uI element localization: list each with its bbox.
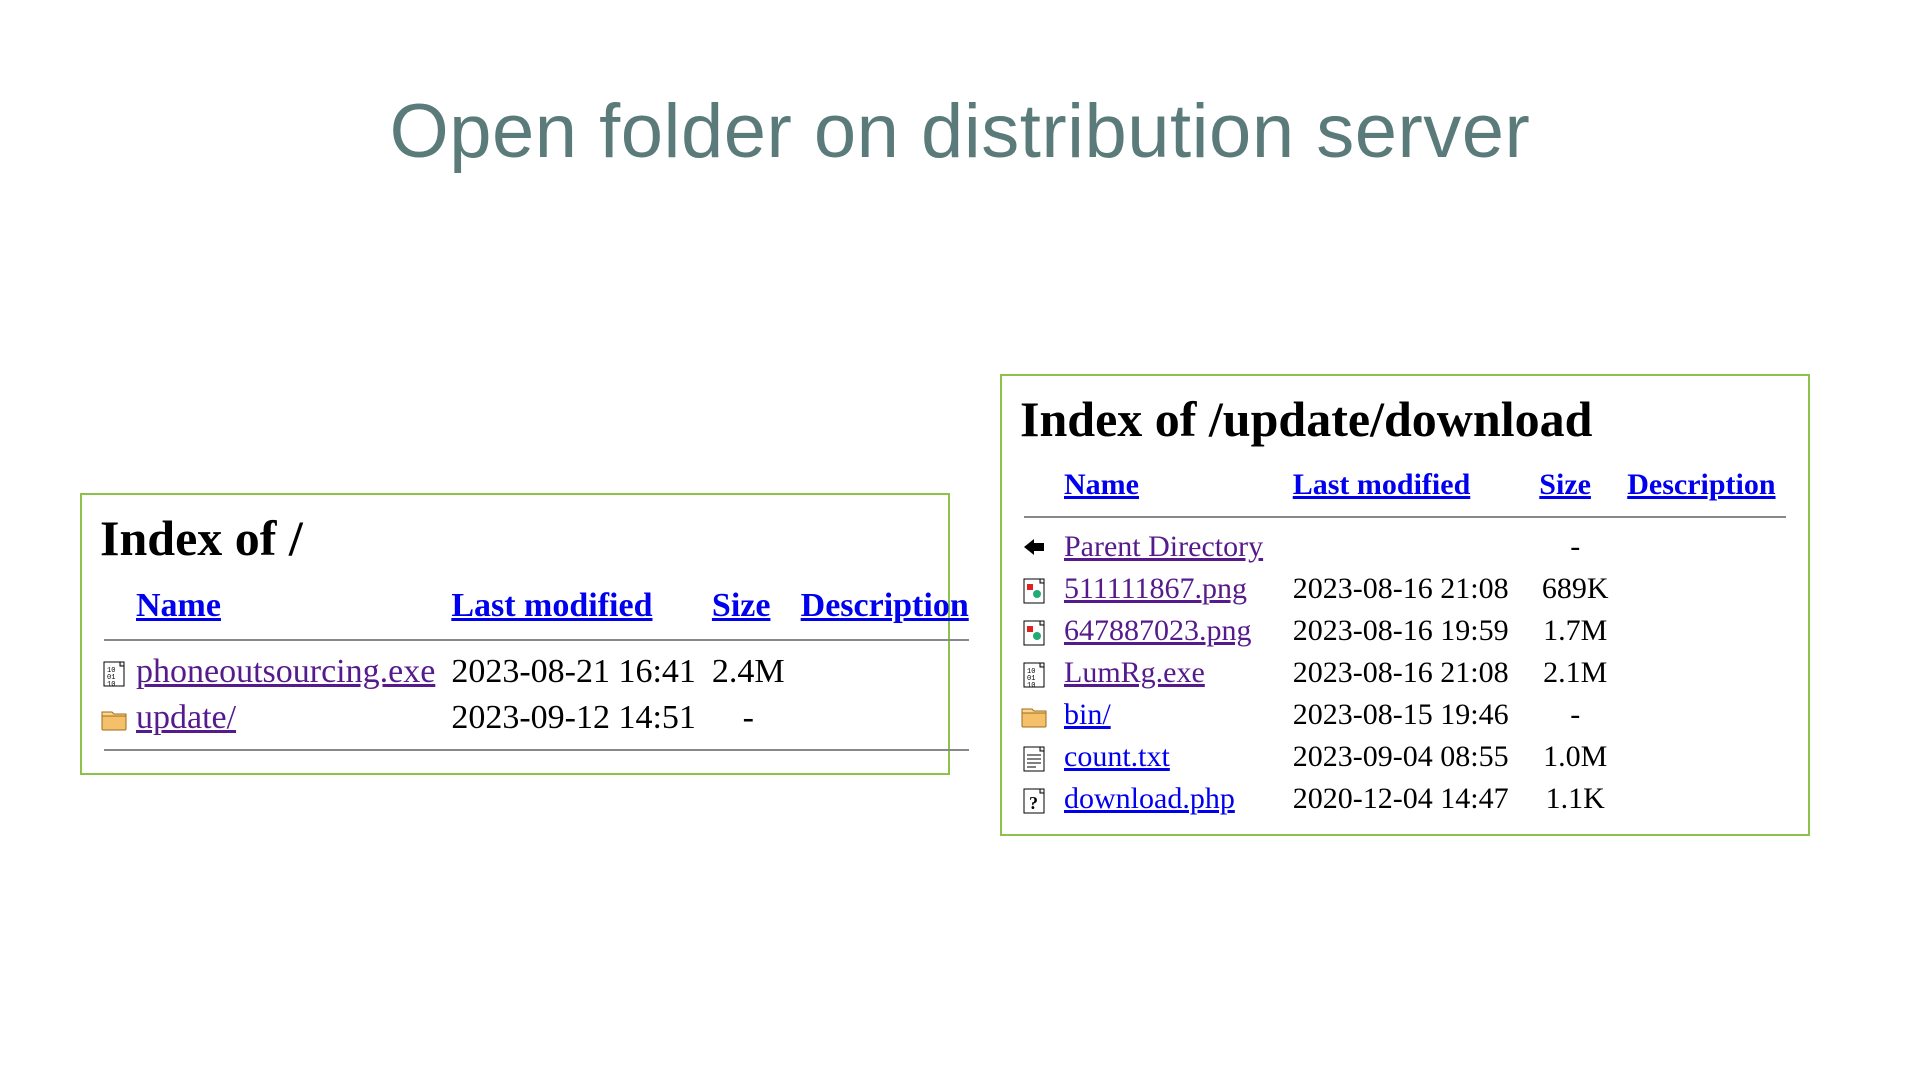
header-row: Name Last modified Size Description [96,581,977,631]
listing-table-download: Name Last modified Size Description Pare… [1016,462,1794,820]
last-modified: 2023-08-15 19:46 [1285,694,1532,736]
last-modified: 2020-12-04 14:47 [1285,778,1532,820]
listing-table-root: Name Last modified Size Description phon… [96,581,977,759]
index-panel-download: Index of /update/download Name Last modi… [1000,374,1810,836]
col-description[interactable]: Description [1627,468,1775,501]
col-last-modified[interactable]: Last modified [451,587,652,624]
index-heading-download: Index of /update/download [1020,390,1794,448]
table-row: phoneoutsourcing.exe2023-08-21 16:412.4M [96,649,977,695]
index-panel-root: Index of / Name Last modified Size Descr… [80,493,950,775]
file-description [1619,610,1794,652]
last-modified: 2023-08-16 21:08 [1285,652,1532,694]
slide-title: Open folder on distribution server [0,88,1920,175]
unknown-icon [1016,778,1056,820]
table-row: 511111867.png 2023-08-16 21:08689K [1016,568,1794,610]
image-icon [1016,610,1056,652]
col-last-modified[interactable]: Last modified [1293,468,1471,501]
index-heading-root: Index of / [100,509,934,567]
text-icon [1016,736,1056,778]
last-modified: 2023-08-16 19:59 [1285,610,1532,652]
file-size: 2.1M [1531,652,1619,694]
file-size: 1.1K [1531,778,1619,820]
file-size: - [1531,694,1619,736]
file-link[interactable]: count.txt [1064,740,1170,773]
binary-icon [1016,652,1056,694]
col-name[interactable]: Name [136,587,221,624]
file-size: 1.7M [1531,610,1619,652]
col-name[interactable]: Name [1064,468,1139,501]
file-link[interactable]: bin/ [1064,698,1111,731]
file-size: 689K [1531,568,1619,610]
file-size: - [704,695,793,741]
file-link[interactable]: phoneoutsourcing.exe [136,653,435,690]
file-description [793,649,977,695]
file-link[interactable]: 511111867.png [1064,572,1247,605]
last-modified: 2023-09-04 08:55 [1285,736,1532,778]
table-row: LumRg.exe 2023-08-16 21:082.1M [1016,652,1794,694]
last-modified: 2023-08-21 16:41 [443,649,704,695]
image-icon [1016,568,1056,610]
table-row: Parent Directory - [1016,526,1794,568]
file-description [1619,778,1794,820]
file-size: - [1531,526,1619,568]
file-link[interactable]: LumRg.exe [1064,656,1205,689]
back-icon [1016,526,1056,568]
file-description [1619,694,1794,736]
file-link[interactable]: update/ [136,699,236,736]
last-modified: 2023-09-12 14:51 [443,695,704,741]
file-size: 2.4M [704,649,793,695]
header-row: Name Last modified Size Description [1016,462,1794,508]
file-size: 1.0M [1531,736,1619,778]
file-description [1619,652,1794,694]
file-link[interactable]: download.php [1064,782,1235,815]
file-description [1619,568,1794,610]
binary-icon [96,649,128,695]
file-link[interactable]: Parent Directory [1064,530,1263,563]
table-row: 647887023.png 2023-08-16 19:591.7M [1016,610,1794,652]
table-row: count.txt 2023-09-04 08:551.0M [1016,736,1794,778]
last-modified [1285,526,1532,568]
table-row: download.php 2020-12-04 14:471.1K [1016,778,1794,820]
col-size[interactable]: Size [1539,468,1591,501]
folder-icon [96,695,128,741]
table-row: update/2023-09-12 14:51- [96,695,977,741]
file-description [793,695,977,741]
folder-icon [1016,694,1056,736]
table-row: bin/2023-08-15 19:46- [1016,694,1794,736]
file-link[interactable]: 647887023.png [1064,614,1252,647]
col-size[interactable]: Size [712,587,771,624]
last-modified: 2023-08-16 21:08 [1285,568,1532,610]
file-description [1619,736,1794,778]
col-description[interactable]: Description [801,587,969,624]
file-description [1619,526,1794,568]
